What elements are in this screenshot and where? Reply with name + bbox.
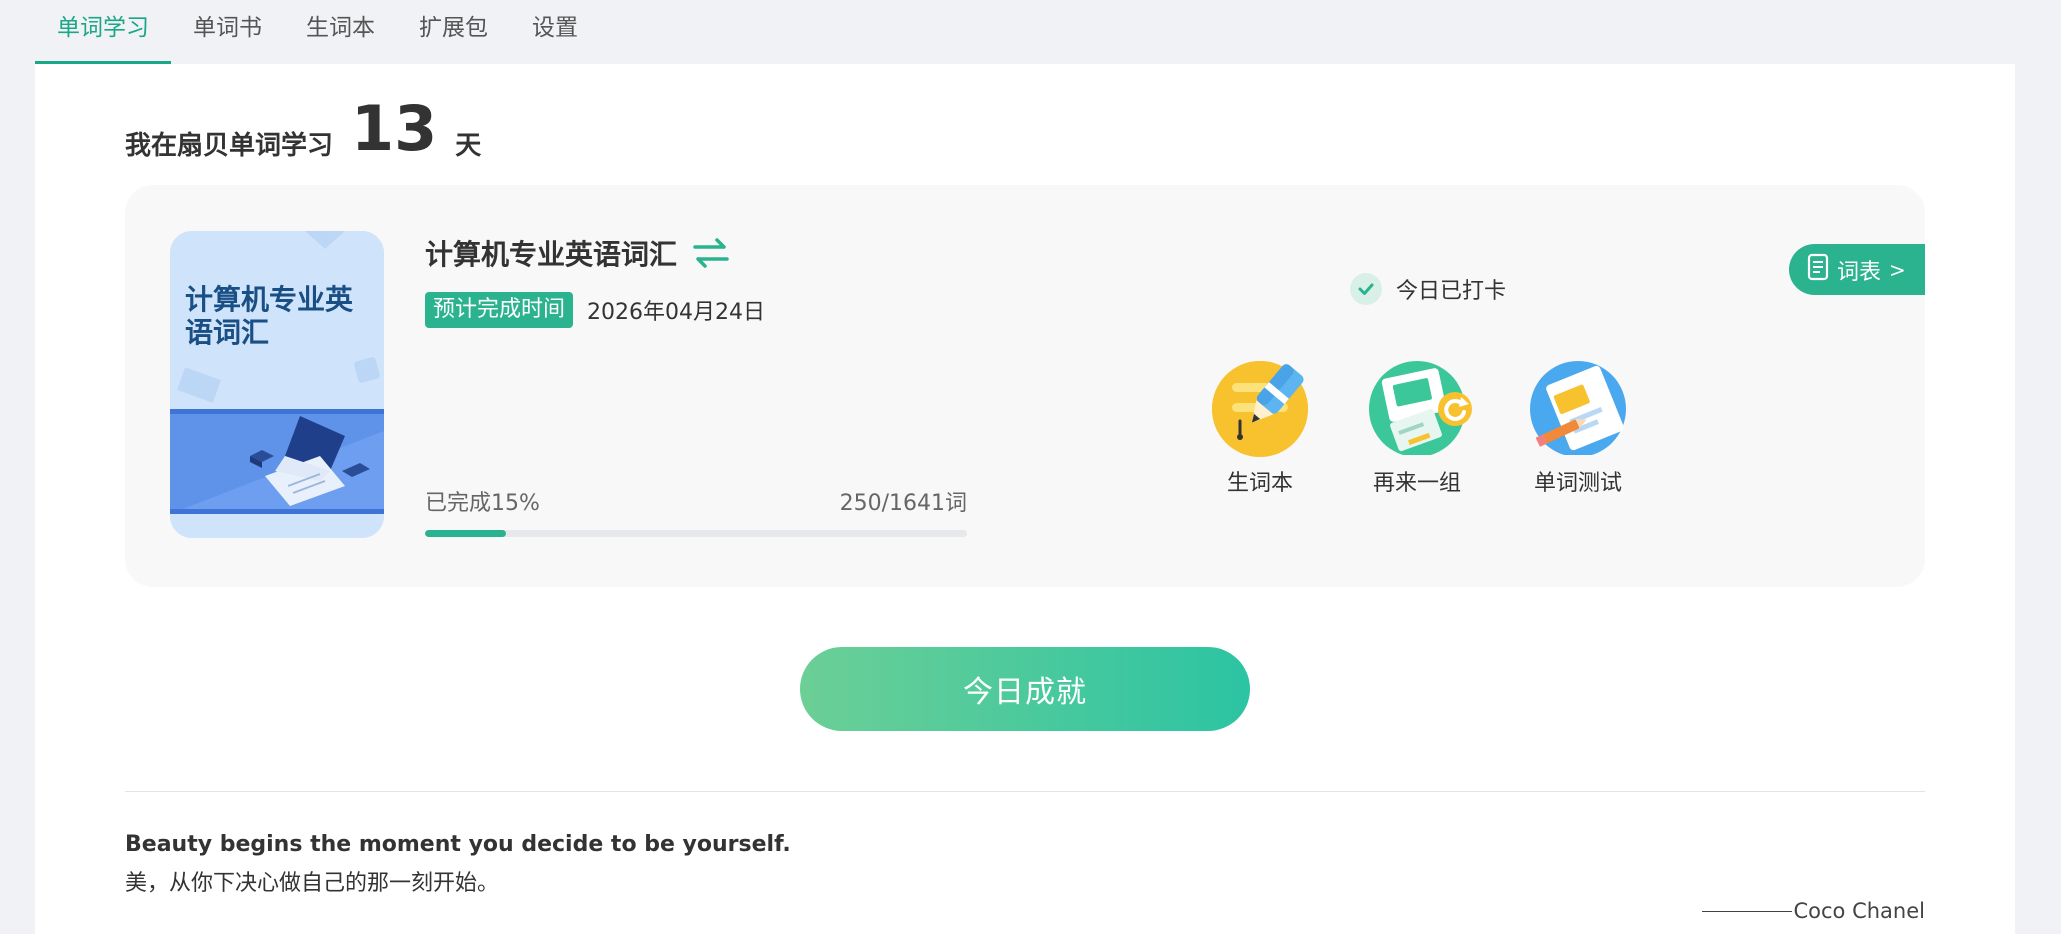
pen-notebook-icon [1212,361,1308,457]
progress-word-count: 250/1641词 [839,491,967,516]
quote-author-name: Coco Chanel [1793,899,1926,923]
quote-english: Beauty begins the moment you decide to b… [125,832,791,857]
tab-word-learning[interactable]: 单词学习 [35,0,171,64]
tab-settings[interactable]: 设置 [510,0,600,64]
vocab-notebook-action[interactable]: 生词本 [1200,361,1320,497]
chevron-right-icon: > [1889,257,1906,282]
streak-prefix: 我在扇贝单词学习 [125,131,334,161]
main-panel: 我在扇贝单词学习 13 天 计算机专业英语词汇 计算机专业英语词汇 预计完成时间… [35,64,2015,934]
document-icon [1807,253,1829,287]
book-title-row: 计算机专业英语词汇 [425,233,729,273]
word-list-label: 词表 [1837,259,1882,285]
current-book-card: 计算机专业英语词汇 计算机专业英语词汇 预计完成时间 2026年04月24日 已… [125,185,1925,587]
tab-vocabulary-notebook[interactable]: 生词本 [284,0,397,64]
checkin-label: 今日已打卡 [1396,279,1507,304]
study-streak: 我在扇贝单词学习 13 天 [125,94,481,164]
word-test-label: 单词测试 [1533,471,1622,496]
vocab-notebook-label: 生词本 [1226,471,1293,496]
quote-author: Coco Chanel [1701,899,1926,923]
progress-bar [425,530,967,537]
tab-extension-packs[interactable]: 扩展包 [397,0,510,64]
switch-book-icon[interactable] [693,237,729,269]
word-list-button[interactable]: 词表 > [1789,244,1925,295]
tab-word-books[interactable]: 单词书 [171,0,284,64]
quote-chinese: 美，从你下决心做自己的那一刻开始。 [125,871,500,896]
test-paper-icon [1530,361,1626,457]
word-test-action[interactable]: 单词测试 [1518,361,1638,497]
streak-suffix: 天 [455,131,482,161]
progress-text: 已完成15% 250/1641词 [425,485,967,517]
another-group-label: 再来一组 [1372,471,1461,496]
progress-bar-fill [425,530,507,537]
eta-date: 2026年04月24日 [587,300,765,325]
estimated-completion: 预计完成时间 2026年04月24日 [425,292,765,328]
top-tab-bar: 单词学习 单词书 生词本 扩展包 设置 [35,0,600,64]
cover-illustration [170,231,384,538]
book-title: 计算机专业英语词汇 [425,238,678,271]
streak-days: 13 [351,92,438,165]
eta-badge: 预计完成时间 [425,292,574,328]
refresh-card-icon [1369,361,1472,457]
another-group-action[interactable]: 再来一组 [1357,361,1477,497]
checkin-status: 今日已打卡 [1350,273,1506,305]
progress-percent-label: 已完成15% [425,491,540,516]
book-cover[interactable]: 计算机专业英语词汇 [170,231,384,538]
author-dash [1701,910,1792,912]
check-icon [1350,273,1382,305]
divider [125,791,1925,792]
today-achievement-button[interactable]: 今日成就 [800,647,1250,731]
cover-title: 计算机专业英语词汇 [185,283,354,349]
